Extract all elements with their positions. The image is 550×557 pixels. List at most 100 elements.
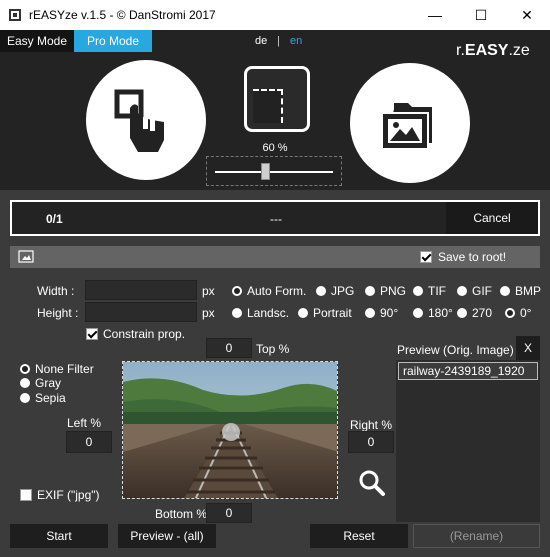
logo-prefix: r.	[456, 42, 465, 59]
zoom-magnifier-icon[interactable]	[358, 469, 386, 497]
radio-icon	[413, 308, 423, 318]
orient-landscape-radio[interactable]: Landsc.	[232, 306, 289, 320]
format-tif-label: TIF	[428, 284, 446, 298]
orient-portrait-label: Portrait	[313, 306, 352, 320]
orient-portrait-radio[interactable]: Portrait	[298, 306, 352, 320]
preview-all-button[interactable]: Preview - (all)	[118, 524, 216, 548]
rotate-270-radio[interactable]: 270	[457, 306, 492, 320]
height-label: Height :	[37, 306, 79, 320]
save-to-root-checkbox[interactable]: Save to root!	[420, 250, 506, 264]
rename-button[interactable]: (Rename)	[413, 524, 540, 548]
zoom-slider-thumb[interactable]	[261, 163, 270, 180]
progress-count: 0/1	[46, 212, 63, 226]
radio-icon	[505, 308, 515, 318]
image-folder-icon	[381, 103, 432, 150]
rotate-0-radio[interactable]: 0°	[505, 306, 531, 320]
width-input[interactable]	[85, 280, 197, 300]
format-gif-label: GIF	[472, 284, 492, 298]
radio-icon	[316, 286, 326, 296]
app-window: rEASYze v.1.5 - © DanStromi 2017 — ☐ ✕ E…	[0, 0, 550, 557]
filter-none-radio[interactable]: None Filter	[20, 362, 94, 376]
options-header: Save to root!	[10, 246, 540, 268]
format-gif-radio[interactable]: GIF	[457, 284, 492, 298]
crop-right-label: Right %	[350, 418, 393, 432]
radio-icon	[298, 308, 308, 318]
format-png-radio[interactable]: PNG	[365, 284, 406, 298]
exif-checkbox[interactable]: EXIF ("jpg")	[20, 488, 100, 502]
lang-de-link[interactable]: de	[255, 35, 267, 47]
crop-bottom-input[interactable]: 0	[206, 503, 252, 523]
railway-photo	[123, 362, 337, 498]
pro-mode-button[interactable]: Pro Mode	[74, 30, 152, 52]
rotate-90-radio[interactable]: 90°	[365, 306, 398, 320]
filter-sepia-label: Sepia	[35, 391, 66, 405]
filter-gray-radio[interactable]: Gray	[20, 376, 61, 390]
width-label: Width :	[37, 284, 75, 298]
cancel-button[interactable]: Cancel	[446, 202, 538, 234]
format-auto-label: Auto Form.	[247, 284, 307, 298]
radio-icon	[232, 286, 242, 296]
preview-close-button[interactable]: X	[516, 336, 540, 360]
zoom-slider-track	[215, 171, 333, 173]
open-folder-icon[interactable]	[18, 249, 34, 263]
maximize-icon: ☐	[474, 6, 488, 23]
lang-en-link[interactable]: en	[290, 35, 302, 47]
zoom-slider[interactable]	[206, 156, 342, 186]
minimize-icon: —	[428, 7, 442, 23]
minimize-button[interactable]: —	[412, 0, 458, 30]
format-auto-radio[interactable]: Auto Form.	[232, 284, 306, 298]
radio-icon	[457, 286, 467, 296]
window-title: rEASYze v.1.5 - © DanStromi 2017	[29, 8, 216, 22]
file-list: railway-2439189_1920	[396, 360, 540, 522]
crop-left-label: Left %	[67, 416, 102, 430]
crop-top-input[interactable]: 0	[206, 338, 252, 358]
radio-icon	[232, 308, 242, 318]
select-files-button[interactable]	[86, 60, 206, 180]
radio-icon	[365, 308, 375, 318]
radio-icon	[20, 393, 30, 403]
close-icon: ✕	[521, 6, 533, 23]
easy-mode-button[interactable]: Easy Mode	[0, 30, 74, 52]
filter-none-label: None Filter	[35, 362, 94, 376]
format-png-label: PNG	[380, 284, 407, 298]
height-input[interactable]	[85, 302, 197, 322]
radio-icon	[365, 286, 375, 296]
image-preview[interactable]	[122, 361, 338, 499]
reset-button[interactable]: Reset	[310, 524, 408, 548]
format-jpg-radio[interactable]: JPG	[316, 284, 354, 298]
radio-icon	[500, 286, 510, 296]
constrain-checkbox[interactable]: Constrain prop.	[86, 327, 185, 341]
orient-landscape-label: Landsc.	[247, 306, 290, 320]
format-jpg-label: JPG	[331, 284, 355, 298]
crop-left-input[interactable]: 0	[66, 431, 112, 453]
output-folder-button[interactable]	[350, 63, 470, 183]
file-list-item[interactable]: railway-2439189_1920	[398, 362, 538, 380]
format-tif-radio[interactable]: TIF	[413, 284, 446, 298]
filter-gray-label: Gray	[35, 376, 62, 390]
rotate-270-label: 270	[472, 306, 493, 320]
title-bar: rEASYze v.1.5 - © DanStromi 2017 — ☐ ✕	[0, 0, 550, 30]
zoom-preview-icon	[244, 66, 310, 132]
maximize-button[interactable]: ☐	[458, 0, 504, 30]
logo: r.EASY.ze	[456, 42, 530, 60]
height-unit: px	[202, 306, 215, 320]
progress-bar: 0/1 --- Cancel	[10, 200, 540, 236]
crop-right-input[interactable]: 0	[348, 431, 394, 453]
rotate-180-radio[interactable]: 180°	[413, 306, 453, 320]
format-bmp-radio[interactable]: BMP	[500, 284, 541, 298]
rotate-180-label: 180°	[428, 306, 453, 320]
radio-icon	[413, 286, 423, 296]
save-to-root-check-icon	[420, 251, 432, 263]
close-button[interactable]: ✕	[504, 0, 550, 30]
filter-sepia-radio[interactable]: Sepia	[20, 391, 66, 405]
crop-top-label: Top %	[256, 342, 290, 356]
top-panel: Easy Mode Pro Mode de | en r.EASY.ze 60 …	[0, 30, 550, 190]
check-icon	[20, 489, 32, 501]
radio-icon	[457, 308, 467, 318]
logo-suffix: .ze	[508, 42, 530, 59]
start-button[interactable]: Start	[10, 524, 108, 548]
exif-label: EXIF ("jpg")	[37, 488, 100, 502]
save-to-root-label: Save to root!	[438, 250, 507, 264]
constrain-label: Constrain prop.	[103, 327, 186, 341]
check-icon	[86, 328, 98, 340]
